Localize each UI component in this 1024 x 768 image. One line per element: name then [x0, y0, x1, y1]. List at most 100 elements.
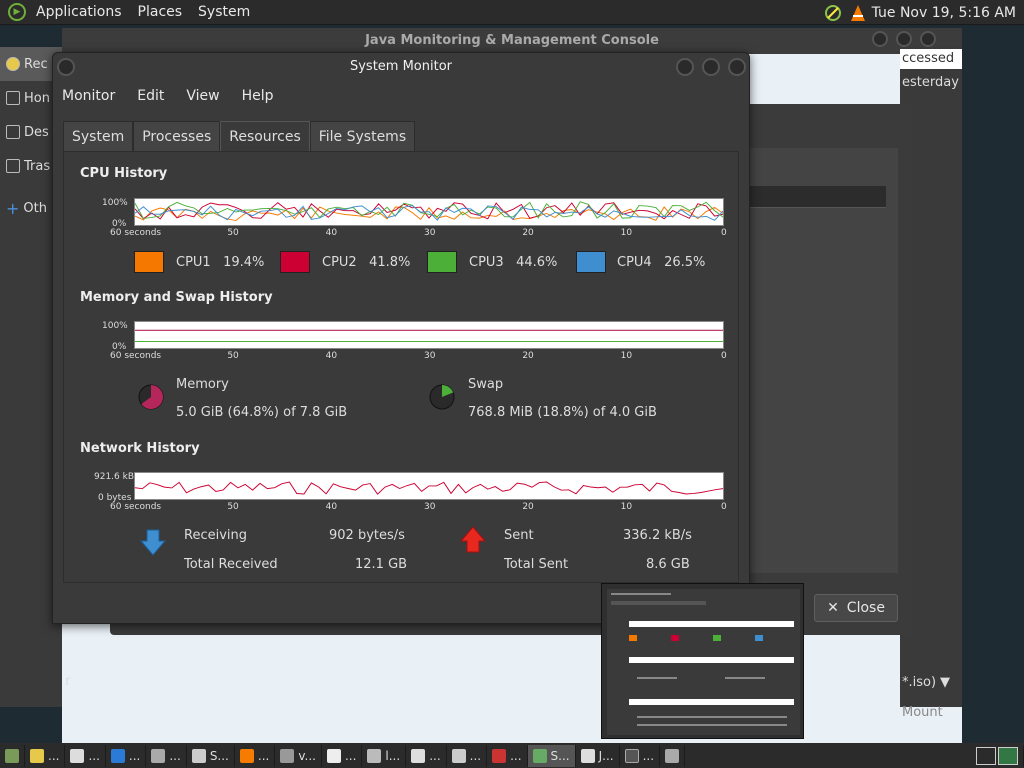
- preview-cpu-graph: [629, 621, 794, 627]
- x-tick: 60 seconds: [110, 502, 162, 512]
- tab-system[interactable]: System: [63, 121, 134, 151]
- x-tick: 40: [325, 351, 338, 361]
- taskbar-item-java[interactable]: J...: [576, 744, 620, 767]
- recent-icon: [6, 57, 20, 71]
- menu-view[interactable]: View: [186, 88, 219, 104]
- preview-mem-text: [637, 677, 677, 679]
- window-close-button[interactable]: [728, 58, 746, 76]
- system-menu[interactable]: System: [190, 4, 258, 20]
- total-sent-label: Total Sent: [504, 557, 569, 572]
- jmc-minimize-button[interactable]: [872, 31, 888, 47]
- taskbar-item-2[interactable]: ...: [65, 744, 106, 767]
- jmc-window-controls: [872, 31, 936, 47]
- tab-processes[interactable]: Processes: [133, 121, 221, 151]
- swap-pie-icon[interactable]: [429, 384, 455, 410]
- close-button[interactable]: ✕ Close: [814, 594, 898, 622]
- preview-swap-text: [725, 677, 765, 679]
- window-preview-thumbnail[interactable]: [601, 583, 804, 739]
- top-panel: ▶ Applications Places System Tue Nov 19,…: [0, 0, 1024, 25]
- x-tick: 10: [620, 502, 633, 512]
- taskbar-item-6[interactable]: ...: [235, 744, 276, 767]
- x-tick: 20: [522, 228, 534, 238]
- swap-value: 768.8 MiB (18.8%) of 4.0 GiB: [468, 405, 657, 420]
- system-monitor-icon: [532, 748, 547, 763]
- jmc-close-button[interactable]: [920, 31, 936, 47]
- menu-help[interactable]: Help: [242, 88, 274, 104]
- folder-icon: [280, 748, 295, 763]
- x-tick: 10: [620, 228, 633, 238]
- window-icon: [367, 748, 382, 763]
- cpu1-label: CPU1 19.4%: [176, 255, 265, 270]
- window-icon: [151, 748, 166, 763]
- x-tick: 0: [721, 228, 727, 238]
- accessed-header: ccessed: [900, 49, 962, 69]
- workspace-2-icon[interactable]: [998, 746, 1018, 765]
- vlc-tray-icon[interactable]: [850, 4, 866, 22]
- x-tick: 50: [227, 228, 239, 238]
- taskbar-item-1[interactable]: ...: [25, 744, 66, 767]
- cpu3-color-swatch[interactable]: [427, 251, 457, 273]
- show-desktop-button[interactable]: [0, 744, 25, 767]
- menu-edit[interactable]: Edit: [137, 88, 164, 104]
- memory-pie-icon[interactable]: [138, 384, 164, 410]
- x-tick: 10: [620, 351, 633, 361]
- workspace-1-icon[interactable]: [976, 746, 996, 765]
- plus-icon: +: [6, 198, 20, 218]
- close-icon: ✕: [827, 600, 839, 616]
- sent-value: 336.2 kB/s: [623, 528, 692, 543]
- preview-menu: [611, 593, 671, 595]
- preview-swatch-3: [713, 635, 721, 641]
- taskbar-item-9[interactable]: l...: [362, 744, 407, 767]
- network-tray-icon[interactable]: [824, 4, 844, 22]
- keyboard-icon: [451, 748, 466, 763]
- cpu3-line: [135, 201, 723, 219]
- taskbar-item-3[interactable]: ...: [106, 744, 147, 767]
- iso-filter-select[interactable]: *.iso) ▼: [900, 671, 960, 693]
- app-icon: [191, 748, 206, 763]
- taskbar-item-16[interactable]: [660, 744, 686, 767]
- memory-value: 5.0 GiB (64.8%) of 7.8 GiB: [176, 405, 348, 420]
- taskbar-item-7[interactable]: v...: [275, 744, 322, 767]
- x-tick: 20: [522, 502, 534, 512]
- memory-history-graph: [134, 321, 724, 349]
- maximize-button[interactable]: [702, 58, 720, 76]
- taskbar-item-8[interactable]: ...: [322, 744, 363, 767]
- cpu-history-title: CPU History: [80, 166, 168, 181]
- cpu4-label: CPU4 26.5%: [617, 255, 706, 270]
- taskbar-item-system-monitor[interactable]: S...: [527, 744, 576, 767]
- taskbar-item-12[interactable]: ...: [487, 744, 528, 767]
- menu-monitor[interactable]: Monitor: [62, 88, 115, 104]
- settings-icon: [665, 748, 680, 763]
- desktop-icon: [6, 125, 20, 139]
- distro-logo-icon[interactable]: ▶: [8, 3, 26, 21]
- taskbar-item-terminal[interactable]: ...: [620, 744, 661, 767]
- tab-resources[interactable]: Resources: [220, 121, 310, 151]
- taskbar-item-5[interactable]: S...: [187, 744, 235, 767]
- workspace-switcher[interactable]: [971, 744, 1024, 767]
- clock[interactable]: Tue Nov 19, 5:16 AM: [872, 5, 1016, 21]
- mount-button[interactable]: Mount: [900, 705, 943, 720]
- file-icon: [326, 748, 341, 763]
- applications-menu[interactable]: Applications: [28, 4, 130, 20]
- dialog-header-bar: [750, 186, 886, 208]
- x-tick: 60 seconds: [110, 351, 162, 361]
- preview-net-text-2: [637, 724, 787, 726]
- taskbar-item-4[interactable]: ...: [146, 744, 187, 767]
- places-menu[interactable]: Places: [130, 4, 191, 20]
- cpu-y-top: 100%: [102, 198, 128, 208]
- app-icon: [492, 748, 507, 763]
- memory-label: Memory: [176, 377, 229, 392]
- preview-swatch-1: [629, 635, 637, 641]
- cpu4-color-swatch[interactable]: [576, 251, 606, 273]
- tab-bar: System Processes Resources File Systems: [63, 121, 416, 151]
- taskbar-item-11[interactable]: ...: [447, 744, 488, 767]
- taskbar-item-10[interactable]: ...: [406, 744, 447, 767]
- terminal-icon: [624, 748, 639, 763]
- cpu2-color-swatch[interactable]: [280, 251, 310, 273]
- cpu1-color-swatch[interactable]: [134, 251, 164, 273]
- x-tick: 0: [721, 351, 727, 361]
- jmc-maximize-button[interactable]: [896, 31, 912, 47]
- minimize-button[interactable]: [676, 58, 694, 76]
- tab-file-systems[interactable]: File Systems: [309, 121, 416, 151]
- window-menu-button[interactable]: [57, 58, 75, 76]
